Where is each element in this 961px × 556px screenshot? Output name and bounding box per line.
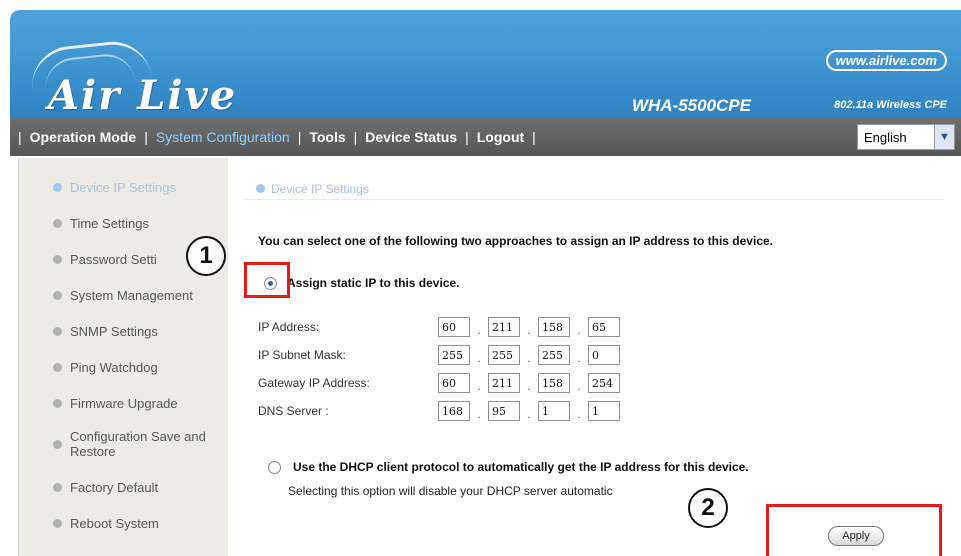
- sidebar-item-reboot-system[interactable]: Reboot System: [19, 506, 229, 540]
- callout-1: 1: [186, 236, 226, 276]
- gateway-octet-3[interactable]: [538, 373, 570, 393]
- dhcp-label: Use the DHCP client protocol to automati…: [293, 460, 749, 474]
- bullet-icon: [53, 439, 62, 449]
- header-banner: Air Live www.airlive.com WHA-5500CPE 802…: [10, 10, 961, 118]
- language-select[interactable]: English ▼: [857, 124, 955, 150]
- highlight-box-static-radio: [244, 262, 290, 298]
- ip-address-octet-4[interactable]: [588, 317, 620, 337]
- gateway-label: Gateway IP Address:: [258, 376, 370, 390]
- dns-server-octet-4[interactable]: [588, 401, 620, 421]
- dhcp-option[interactable]: Use the DHCP client protocol to automati…: [268, 460, 749, 474]
- bullet-icon: [256, 184, 265, 193]
- sidebar: Device IP Settings Time Settings Passwor…: [18, 158, 228, 556]
- callout-2: 2: [688, 488, 728, 528]
- gateway-row: Gateway IP Address: . . .: [258, 372, 620, 394]
- bullet-icon: [53, 398, 62, 408]
- sidebar-item-configuration-save-restore[interactable]: Configuration Save and Restore: [19, 422, 229, 466]
- bullet-icon: [53, 518, 62, 528]
- dhcp-note: Selecting this option will disable your …: [288, 484, 613, 498]
- section-title: Device IP Settings: [244, 178, 944, 200]
- sidebar-item-time-settings[interactable]: Time Settings: [19, 206, 229, 240]
- section-title-text: Device IP Settings: [271, 181, 369, 196]
- subnet-mask-row: IP Subnet Mask: . . .: [258, 344, 620, 366]
- ip-address-label: IP Address:: [258, 320, 320, 334]
- sidebar-item-snmp-settings[interactable]: SNMP Settings: [19, 314, 229, 348]
- bullet-icon: [53, 182, 62, 192]
- subnet-mask-octet-3[interactable]: [538, 345, 570, 365]
- bullet-icon: [53, 218, 62, 228]
- nav-device-status[interactable]: Device Status: [365, 129, 457, 145]
- gateway-octet-2[interactable]: [488, 373, 520, 393]
- model-name: WHA-5500CPE: [631, 96, 751, 115]
- bullet-icon: [53, 326, 62, 336]
- sidebar-item-ping-watchdog[interactable]: Ping Watchdog: [19, 350, 229, 384]
- language-value: English: [864, 129, 907, 145]
- subnet-mask-octet-2[interactable]: [488, 345, 520, 365]
- dhcp-radio[interactable]: [268, 460, 281, 474]
- bullet-icon: [53, 362, 62, 372]
- static-ip-label: Assign static IP to this device.: [287, 276, 460, 290]
- bullet-icon: [53, 254, 62, 264]
- ip-address-octet-1[interactable]: [438, 317, 470, 337]
- bullet-icon: [53, 290, 62, 300]
- model-description: 802.11a Wireless CPE: [834, 99, 947, 111]
- gateway-octet-1[interactable]: [438, 373, 470, 393]
- subnet-mask-label: IP Subnet Mask:: [258, 348, 346, 362]
- subnet-mask-octet-1[interactable]: [438, 345, 470, 365]
- dns-server-octet-2[interactable]: [488, 401, 520, 421]
- nav-tools[interactable]: Tools: [309, 129, 345, 145]
- chevron-down-icon[interactable]: ▼: [934, 125, 954, 149]
- ip-address-row: IP Address: . . .: [258, 316, 620, 338]
- dns-server-row: DNS Server : . . .: [258, 400, 620, 422]
- static-ip-option[interactable]: Assign static IP to this device.: [264, 276, 460, 290]
- brand-logo: Air Live: [48, 72, 238, 118]
- gateway-octet-4[interactable]: [588, 373, 620, 393]
- ip-address-octet-3[interactable]: [538, 317, 570, 337]
- subnet-mask-octet-4[interactable]: [588, 345, 620, 365]
- sidebar-item-factory-default[interactable]: Factory Default: [19, 470, 229, 504]
- sidebar-item-device-ip-settings[interactable]: Device IP Settings: [19, 170, 229, 204]
- nav-logout[interactable]: Logout: [477, 129, 524, 145]
- dns-server-octet-3[interactable]: [538, 401, 570, 421]
- dns-server-octet-1[interactable]: [438, 401, 470, 421]
- highlight-box-apply: [766, 504, 942, 556]
- ip-address-octet-2[interactable]: [488, 317, 520, 337]
- website-link[interactable]: www.airlive.com: [825, 50, 947, 71]
- sidebar-item-firmware-upgrade[interactable]: Firmware Upgrade: [19, 386, 229, 420]
- nav-operation-mode[interactable]: Operation Mode: [30, 129, 137, 145]
- nav-system-configuration[interactable]: System Configuration: [156, 129, 290, 145]
- bullet-icon: [53, 482, 62, 492]
- dns-server-label: DNS Server :: [258, 404, 329, 418]
- intro-text: You can select one of the following two …: [258, 234, 773, 248]
- top-nav: | Operation Mode | System Configuration …: [10, 118, 961, 156]
- sidebar-item-system-management[interactable]: System Management: [19, 278, 229, 312]
